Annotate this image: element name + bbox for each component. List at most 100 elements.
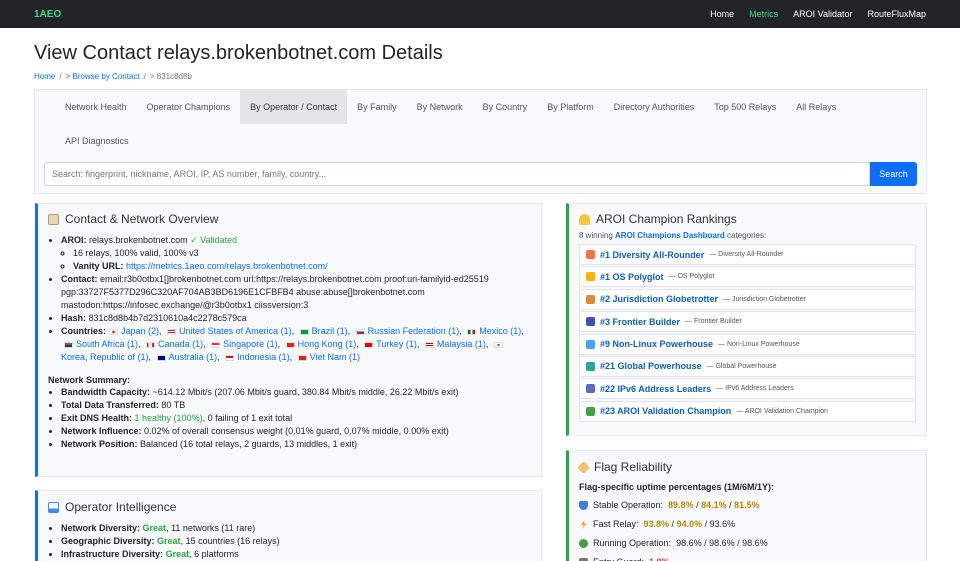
transferred-row: Total Data Transferred: 80 TB	[61, 399, 531, 412]
ranking-title[interactable]: #23 AROI Validation Champion	[600, 406, 731, 416]
vanity-url-link[interactable]: https://metrics.1aeo.com/relays.brokenbo…	[126, 261, 328, 271]
flag-sg-icon	[211, 341, 221, 348]
country-link[interactable]: Turkey (1)	[376, 339, 417, 349]
tab-top-500-relays[interactable]: Top 500 Relays	[704, 90, 786, 124]
ranking-description: — Non-Linux Powerhouse	[718, 340, 800, 348]
breadcrumb-current: > 831c8d8b	[149, 72, 192, 81]
rankings-subtitle: 8 winning AROI Champions Dashboard categ…	[579, 231, 916, 240]
ranking-title[interactable]: #1 OS Polyglot	[600, 272, 664, 282]
tab-operator-champions[interactable]: Operator Champions	[137, 90, 241, 124]
tab-by-family[interactable]: By Family	[347, 90, 407, 124]
ranking-item[interactable]: #2 Jurisdiction Globetrotter — Jurisdicti…	[579, 288, 916, 310]
country-link[interactable]: Malaysia (1)	[437, 339, 486, 349]
ranking-title[interactable]: #1 Diversity All-Rounder	[600, 250, 704, 260]
network-summary-list: Bandwidth Capacity: ~614.12 Mbit/s (207.…	[48, 386, 531, 451]
contact-overview-title: Contact & Network Overview	[65, 212, 219, 226]
ranking-item[interactable]: #9 Non-Linux Powerhouse — Non-Linux Power…	[579, 333, 916, 355]
breadcrumb-sep: /	[143, 72, 146, 81]
country-link[interactable]: Hong Kong (1)	[298, 339, 357, 349]
nav-aroi-validator[interactable]: AROI Validator	[793, 9, 852, 19]
country-link[interactable]: Indonesia (1)	[237, 352, 290, 362]
ranking-badge-icon	[586, 317, 595, 327]
country-link[interactable]: Viet Nam (1)	[310, 352, 360, 362]
nav-home[interactable]: Home	[710, 9, 734, 19]
ranking-description: — Global Powerhouse	[706, 362, 777, 370]
ranking-title[interactable]: #22 IPv6 Address Leaders	[600, 384, 711, 394]
country-list: Japan (2), United States of America (1),…	[61, 326, 524, 362]
ranking-description: — Frontier Builder	[685, 318, 742, 326]
flag-jp-icon	[109, 328, 118, 335]
ranking-badge-icon	[586, 250, 595, 259]
country-link[interactable]: Australia (1)	[169, 352, 218, 362]
country-link[interactable]: Brazil (1)	[312, 326, 348, 336]
card-title: Flag Reliability	[577, 460, 916, 474]
breadcrumb-home[interactable]: Home	[34, 72, 55, 81]
ranking-item[interactable]: #21 Global Powerhouse — Global Powerhouse	[579, 355, 916, 377]
flag-hk-icon	[285, 341, 295, 348]
aroi-dashboard-link[interactable]: AROI Champions Dashboard	[615, 231, 725, 240]
nav-metrics[interactable]: Metrics	[749, 9, 778, 19]
country-link[interactable]: Japan (2)	[121, 326, 159, 336]
flag-za-icon	[64, 341, 73, 348]
flag-kr-icon	[493, 341, 503, 348]
operator-intelligence-card: Operator Intelligence Network Diversity:…	[35, 490, 542, 561]
bandwidth-label: Bandwidth Capacity:	[61, 387, 151, 397]
breadcrumb-browse-contact[interactable]: > Browse by Contact	[66, 72, 140, 81]
country-link[interactable]: Canada (1)	[158, 339, 203, 349]
running-value: 98.6% / 98.6% / 98.6%	[676, 538, 768, 548]
ranking-badge-icon	[586, 361, 595, 371]
ranking-description: — Diversity All-Rounder	[709, 251, 784, 258]
tab-api-diagnostics[interactable]: API Diagnostics	[55, 124, 139, 158]
tab-list: Network Health Operator Champions By Ope…	[35, 90, 926, 158]
tab-by-operator-contact[interactable]: By Operator / Contact	[240, 90, 348, 124]
entry-row: Entry Guard: 1.8%	[579, 553, 916, 561]
ranking-item[interactable]: #23 AROI Validation Champion — AROI Valid…	[579, 400, 916, 422]
position-label: Network Position:	[61, 439, 138, 449]
ranking-title[interactable]: #3 Frontier Builder	[600, 317, 680, 327]
rankings-list: #1 Diversity All-Rounder — Diversity All-…	[579, 244, 916, 422]
ranking-item[interactable]: #22 IPv6 Address Leaders — IPv6 Address L…	[579, 378, 916, 400]
ranking-item[interactable]: #1 OS Polyglot — OS Polyglot	[579, 266, 916, 288]
country-link[interactable]: Singapore (1)	[223, 339, 278, 349]
fast-label: Fast Relay:	[593, 519, 639, 529]
tab-by-country[interactable]: By Country	[473, 90, 538, 124]
fast-6m: 94.0%	[676, 519, 703, 529]
ranking-title[interactable]: #21 Global Powerhouse	[600, 361, 702, 371]
stable-row: Stable Operation: 89.8% / 84.1% / 81.5%	[579, 496, 916, 515]
ranking-item[interactable]: #1 Diversity All-Rounder — Diversity All-…	[579, 244, 916, 265]
ranking-title[interactable]: #9 Non-Linux Powerhouse	[600, 339, 713, 349]
ranking-badge-icon	[586, 384, 595, 394]
flag-tr-icon	[364, 341, 374, 348]
aroi-rankings-card: AROI Champion Rankings 8 winning AROI Ch…	[566, 203, 927, 436]
exit-dns-healthy: 1 healthy (100%)	[134, 413, 203, 423]
bandwidth-row: Bandwidth Capacity: ~614.12 Mbit/s (207.…	[61, 386, 531, 399]
nav-routefluxmap[interactable]: RouteFluxMap	[867, 9, 926, 19]
country-link[interactable]: Mexico (1)	[479, 326, 521, 336]
brand-logo[interactable]: 1AEO	[34, 9, 61, 20]
exit-dns-label: Exit DNS Health:	[61, 413, 133, 423]
ranking-badge-icon	[586, 339, 595, 349]
vanity-label: Vanity URL:	[73, 261, 124, 271]
flag-br-icon	[299, 328, 309, 335]
country-link[interactable]: South Africa (1)	[76, 339, 138, 349]
ranking-item[interactable]: #3 Frontier Builder — Frontier Builder	[579, 311, 916, 333]
tab-all-relays[interactable]: All Relays	[786, 90, 846, 124]
aroi-label: AROI:	[61, 235, 87, 245]
card-title: Operator Intelligence	[48, 500, 531, 514]
country-link[interactable]: United States of America (1)	[179, 326, 292, 336]
flag-reliability-title: Flag Reliability	[594, 460, 673, 474]
influence-row: Network Influence: 0.02% of overall cons…	[61, 425, 531, 438]
tag-icon	[577, 460, 590, 474]
search-input[interactable]	[44, 162, 870, 186]
ranking-title[interactable]: #2 Jurisdiction Globetrotter	[600, 294, 718, 304]
tab-network-health[interactable]: Network Health	[55, 90, 137, 124]
country-link[interactable]: Russian Federation (1)	[368, 326, 460, 336]
country-link[interactable]: Korea, Republic of (1)	[61, 352, 149, 362]
tab-directory-authorities[interactable]: Directory Authorities	[604, 90, 705, 124]
lightning-icon	[580, 520, 587, 529]
position-value: Balanced (16 total relays, 2 guards, 13 …	[140, 439, 358, 449]
aroi-value: relays.brokenbotnet.com	[89, 235, 188, 245]
search-button[interactable]: Search	[870, 162, 917, 186]
tab-by-platform[interactable]: By Platform	[537, 90, 604, 124]
tab-by-network[interactable]: By Network	[407, 90, 473, 124]
